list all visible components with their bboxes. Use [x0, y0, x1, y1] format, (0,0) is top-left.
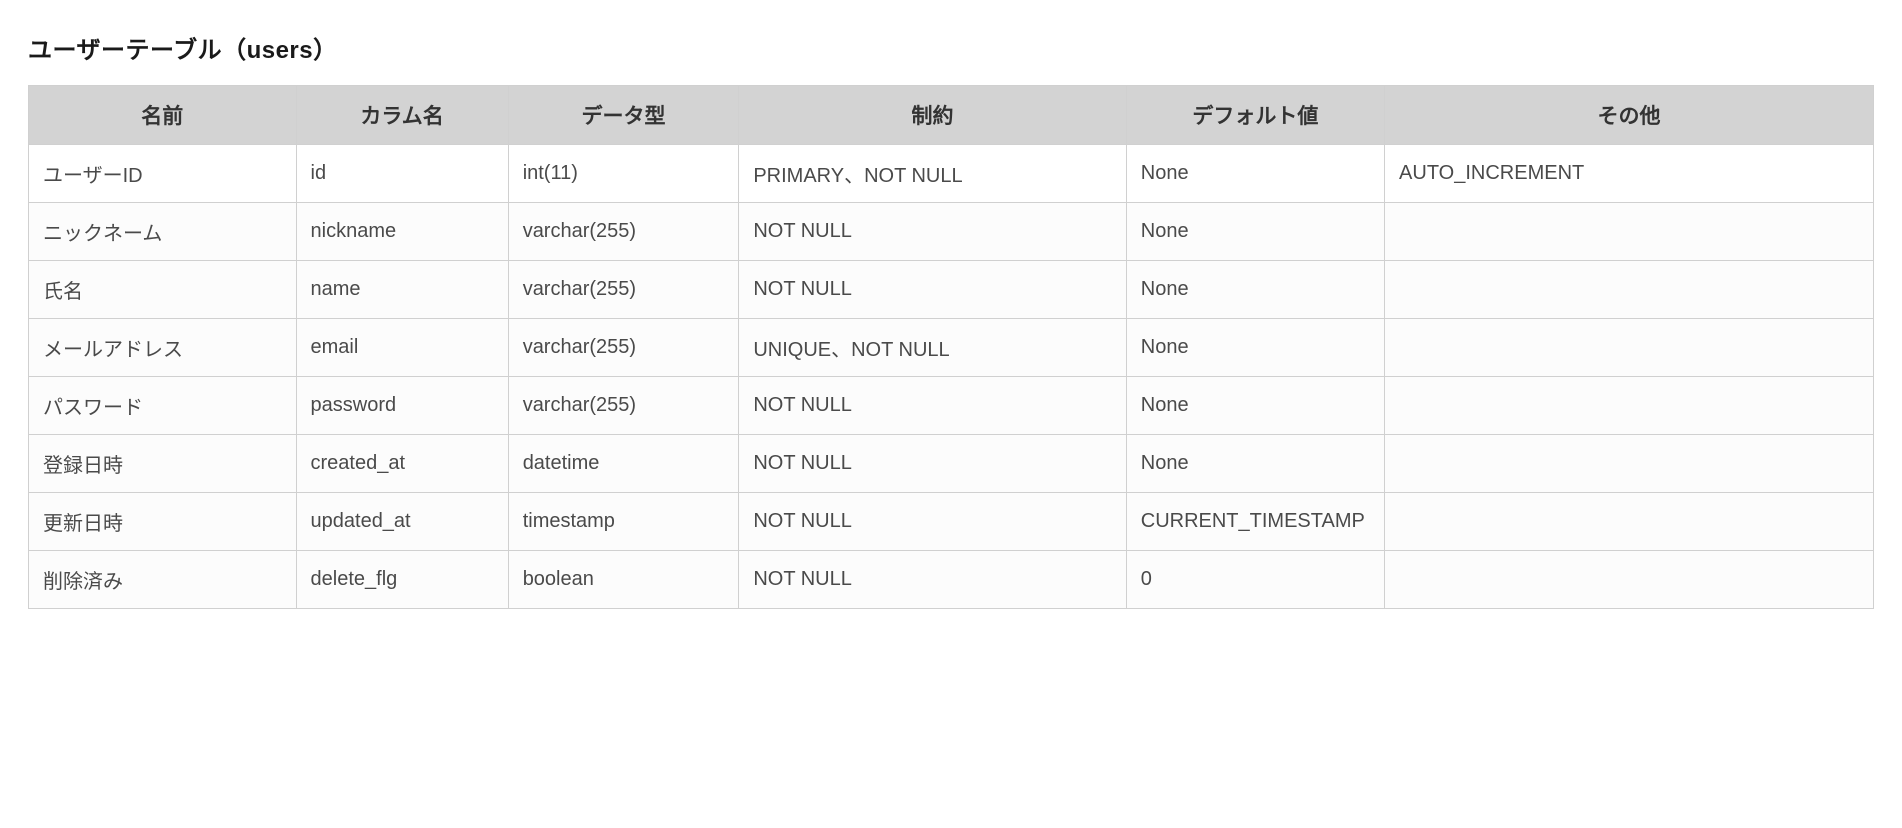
cell-column: id: [296, 145, 508, 203]
cell-default: None: [1126, 145, 1384, 203]
cell-default: None: [1126, 261, 1384, 319]
cell-type: varchar(255): [508, 319, 739, 377]
header-column: カラム名: [296, 86, 508, 145]
cell-default: CURRENT_TIMESTAMP: [1126, 493, 1384, 551]
cell-type: varchar(255): [508, 377, 739, 435]
cell-type: boolean: [508, 551, 739, 609]
cell-name: 登録日時: [29, 435, 297, 493]
cell-column: delete_flg: [296, 551, 508, 609]
cell-default: None: [1126, 435, 1384, 493]
cell-column: email: [296, 319, 508, 377]
cell-name: パスワード: [29, 377, 297, 435]
table-row: 氏名 name varchar(255) NOT NULL None: [29, 261, 1874, 319]
cell-constraint: NOT NULL: [739, 261, 1126, 319]
cell-column: password: [296, 377, 508, 435]
table-row: 更新日時 updated_at timestamp NOT NULL CURRE…: [29, 493, 1874, 551]
cell-constraint: UNIQUE、NOT NULL: [739, 319, 1126, 377]
cell-default: None: [1126, 203, 1384, 261]
cell-default: None: [1126, 377, 1384, 435]
cell-column: nickname: [296, 203, 508, 261]
cell-constraint: NOT NULL: [739, 551, 1126, 609]
cell-constraint: NOT NULL: [739, 377, 1126, 435]
cell-name: ニックネーム: [29, 203, 297, 261]
cell-other: [1385, 261, 1874, 319]
cell-constraint: NOT NULL: [739, 203, 1126, 261]
cell-other: AUTO_INCREMENT: [1385, 145, 1874, 203]
table-row: パスワード password varchar(255) NOT NULL Non…: [29, 377, 1874, 435]
table-body: ユーザーID id int(11) PRIMARY、NOT NULL None …: [29, 145, 1874, 609]
cell-constraint: NOT NULL: [739, 493, 1126, 551]
table-row: ニックネーム nickname varchar(255) NOT NULL No…: [29, 203, 1874, 261]
cell-default: None: [1126, 319, 1384, 377]
cell-other: [1385, 377, 1874, 435]
table-row: ユーザーID id int(11) PRIMARY、NOT NULL None …: [29, 145, 1874, 203]
cell-type: varchar(255): [508, 261, 739, 319]
cell-other: [1385, 551, 1874, 609]
cell-other: [1385, 435, 1874, 493]
table-row: 登録日時 created_at datetime NOT NULL None: [29, 435, 1874, 493]
table-header-row: 名前 カラム名 データ型 制約 デフォルト値 その他: [29, 86, 1874, 145]
cell-column: created_at: [296, 435, 508, 493]
table-row: 削除済み delete_flg boolean NOT NULL 0: [29, 551, 1874, 609]
cell-other: [1385, 319, 1874, 377]
users-table: 名前 カラム名 データ型 制約 デフォルト値 その他 ユーザーID id int…: [28, 85, 1874, 609]
table-row: メールアドレス email varchar(255) UNIQUE、NOT NU…: [29, 319, 1874, 377]
cell-type: varchar(255): [508, 203, 739, 261]
header-default: デフォルト値: [1126, 86, 1384, 145]
cell-other: [1385, 203, 1874, 261]
header-name: 名前: [29, 86, 297, 145]
cell-name: 更新日時: [29, 493, 297, 551]
cell-name: 氏名: [29, 261, 297, 319]
cell-name: ユーザーID: [29, 145, 297, 203]
cell-default: 0: [1126, 551, 1384, 609]
header-constraint: 制約: [739, 86, 1126, 145]
header-other: その他: [1385, 86, 1874, 145]
cell-column: name: [296, 261, 508, 319]
cell-other: [1385, 493, 1874, 551]
cell-type: timestamp: [508, 493, 739, 551]
cell-name: メールアドレス: [29, 319, 297, 377]
cell-type: int(11): [508, 145, 739, 203]
table-title: ユーザーテーブル（users）: [28, 30, 1874, 65]
header-type: データ型: [508, 86, 739, 145]
cell-name: 削除済み: [29, 551, 297, 609]
cell-constraint: NOT NULL: [739, 435, 1126, 493]
cell-type: datetime: [508, 435, 739, 493]
cell-constraint: PRIMARY、NOT NULL: [739, 145, 1126, 203]
cell-column: updated_at: [296, 493, 508, 551]
